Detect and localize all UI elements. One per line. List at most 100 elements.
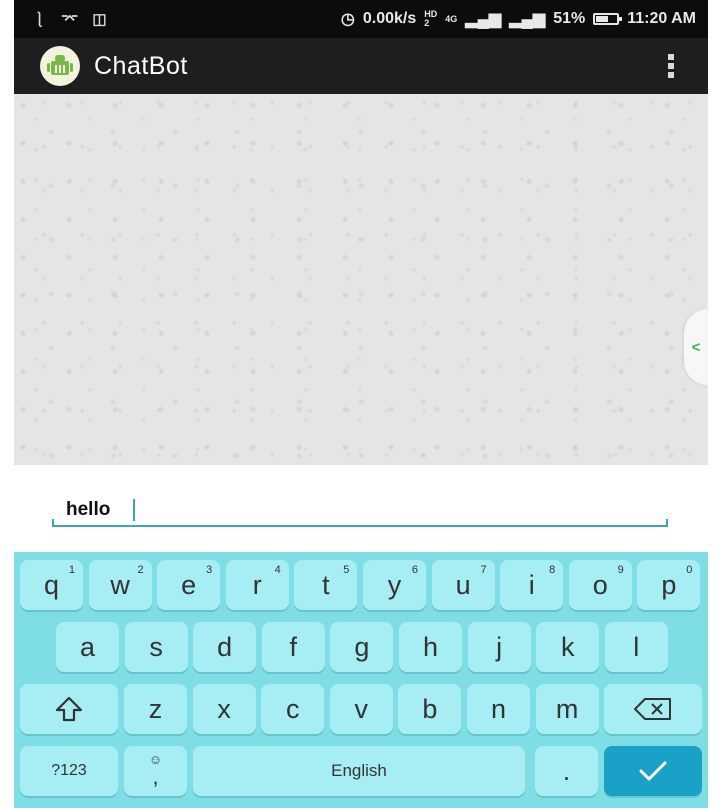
key-p-label: p — [661, 569, 677, 600]
status-right: ◷ 0.00k/s HD 2 4G ▂▄▆ ▂▄▆ 51% 11:20 AM — [341, 9, 708, 29]
key-q[interactable]: q1 — [20, 560, 83, 610]
shift-arrow-icon[interactable] — [20, 684, 118, 734]
key-o-hint: 9 — [617, 564, 624, 576]
key-l-label: l — [633, 631, 640, 662]
message-input-area — [14, 465, 708, 552]
key-y[interactable]: y6 — [363, 560, 426, 610]
input-underline-left-tick — [52, 519, 54, 527]
key-o[interactable]: o9 — [568, 560, 632, 610]
key-g-label: g — [354, 631, 370, 662]
key-j-label: j — [496, 631, 503, 662]
signal-icon: ▂▄▆ — [465, 11, 502, 28]
chevron-left-icon[interactable]: < — [684, 309, 708, 385]
period-key-label: . — [562, 755, 571, 786]
key-m[interactable]: m — [535, 684, 599, 734]
network-type: 4G — [445, 13, 458, 24]
key-m-label: m — [555, 693, 579, 724]
key-t[interactable]: t5 — [294, 560, 358, 610]
network-small-indicator: HD 2 — [424, 9, 438, 28]
backspace-icon[interactable] — [604, 684, 702, 734]
key-a-label: a — [79, 631, 96, 662]
text-cursor — [133, 499, 135, 521]
key-t-hint: 5 — [343, 564, 350, 576]
battery-icon — [593, 13, 623, 25]
key-s[interactable]: s — [124, 622, 188, 672]
key-i-label: i — [528, 569, 535, 600]
soft-keyboard: q 1 w 2 e 3 r 4 t 5 y 6 u 7 i 8 o 9 p 0 a s d f g h j k l z x c v b n m ?123… — [14, 552, 708, 808]
key-y-hint: 6 — [411, 564, 418, 576]
emoji-comma-key[interactable]: ☺, — [124, 746, 187, 796]
overflow-menu-icon[interactable] — [668, 54, 674, 78]
key-v-label: v — [354, 693, 369, 724]
comma-label: , — [152, 764, 159, 789]
alarm-icon: ◷ — [340, 11, 355, 28]
key-i-hint: 8 — [549, 564, 556, 576]
key-u-hint: 7 — [480, 564, 487, 576]
period-key[interactable]: . — [535, 746, 598, 796]
key-k-label: k — [560, 631, 575, 662]
status-left-icons: ⎱ ⌤ ◫ — [14, 9, 107, 30]
key-u-label: u — [455, 569, 471, 600]
symbols-key[interactable]: ?123 — [20, 746, 118, 796]
input-underline-right-tick — [666, 519, 668, 527]
key-p-hint: 0 — [686, 564, 693, 576]
symbols-key-label: ?123 — [51, 762, 87, 779]
key-i[interactable]: i8 — [500, 560, 564, 610]
usb-icon: ⎱ — [32, 11, 48, 29]
key-h-label: h — [422, 631, 439, 662]
key-q-hint: 1 — [68, 564, 75, 576]
key-z-label: z — [148, 693, 163, 724]
app-bar: ChatBot — [14, 38, 708, 94]
key-o-label: o — [592, 569, 608, 600]
chat-messages-area[interactable]: < — [14, 94, 708, 465]
data-speed: 0.00k/s — [362, 10, 417, 27]
key-p[interactable]: p0 — [637, 560, 701, 610]
key-r[interactable]: r4 — [225, 560, 289, 610]
key-a[interactable]: a — [56, 622, 119, 672]
battery-percent: 51% — [553, 10, 586, 27]
key-c[interactable]: c — [261, 684, 325, 734]
key-t-label: t — [322, 569, 330, 600]
key-r-label: r — [252, 569, 262, 600]
key-d-label: d — [217, 631, 233, 662]
key-h[interactable]: h — [399, 622, 462, 672]
key-l[interactable]: l — [604, 622, 668, 672]
key-b-label: b — [422, 693, 438, 724]
key-q-label: q — [43, 569, 60, 600]
key-w-hint: 2 — [137, 564, 144, 576]
key-v[interactable]: v — [329, 684, 393, 734]
key-y-label: y — [387, 569, 402, 600]
clock-time: 11:20 AM — [627, 10, 696, 27]
key-n[interactable]: n — [467, 684, 530, 734]
key-x[interactable]: x — [192, 684, 256, 734]
key-f[interactable]: f — [261, 622, 325, 672]
key-e[interactable]: e3 — [157, 560, 221, 610]
key-s-label: s — [149, 631, 163, 662]
key-g[interactable]: g — [330, 622, 394, 672]
key-z[interactable]: z — [124, 684, 187, 734]
key-e-hint: 3 — [206, 564, 213, 576]
key-n-label: n — [490, 693, 507, 724]
key-f-label: f — [289, 631, 298, 662]
space-key[interactable]: English — [193, 746, 525, 796]
key-x-label: x — [217, 693, 231, 724]
key-r-hint: 4 — [274, 564, 281, 576]
signal-icon-2: ▂▄▆ — [509, 11, 546, 28]
key-u[interactable]: u7 — [431, 560, 495, 610]
key-w-label: w — [110, 569, 130, 600]
sync-icon: ◫ — [92, 11, 107, 28]
key-j[interactable]: j — [467, 622, 531, 672]
debug-icon: ⌤ — [61, 11, 79, 28]
key-b[interactable]: b — [398, 684, 462, 734]
phone-screen: ⎱ ⌤ ◫ ◷ 0.00k/s HD 2 4G ▂▄▆ ▂▄▆ 51% 11:2… — [14, 0, 708, 808]
android-robot-icon — [40, 46, 80, 86]
key-e-label: e — [181, 569, 197, 600]
key-k[interactable]: k — [536, 622, 600, 672]
space-key-label: English — [331, 761, 387, 780]
message-input[interactable] — [52, 495, 668, 527]
key-w[interactable]: w2 — [88, 560, 152, 610]
key-d[interactable]: d — [193, 622, 257, 672]
app-title: ChatBot — [94, 51, 188, 80]
status-bar: ⎱ ⌤ ◫ ◷ 0.00k/s HD 2 4G ▂▄▆ ▂▄▆ 51% 11:2… — [14, 0, 708, 38]
checkmark-icon[interactable] — [604, 746, 702, 796]
